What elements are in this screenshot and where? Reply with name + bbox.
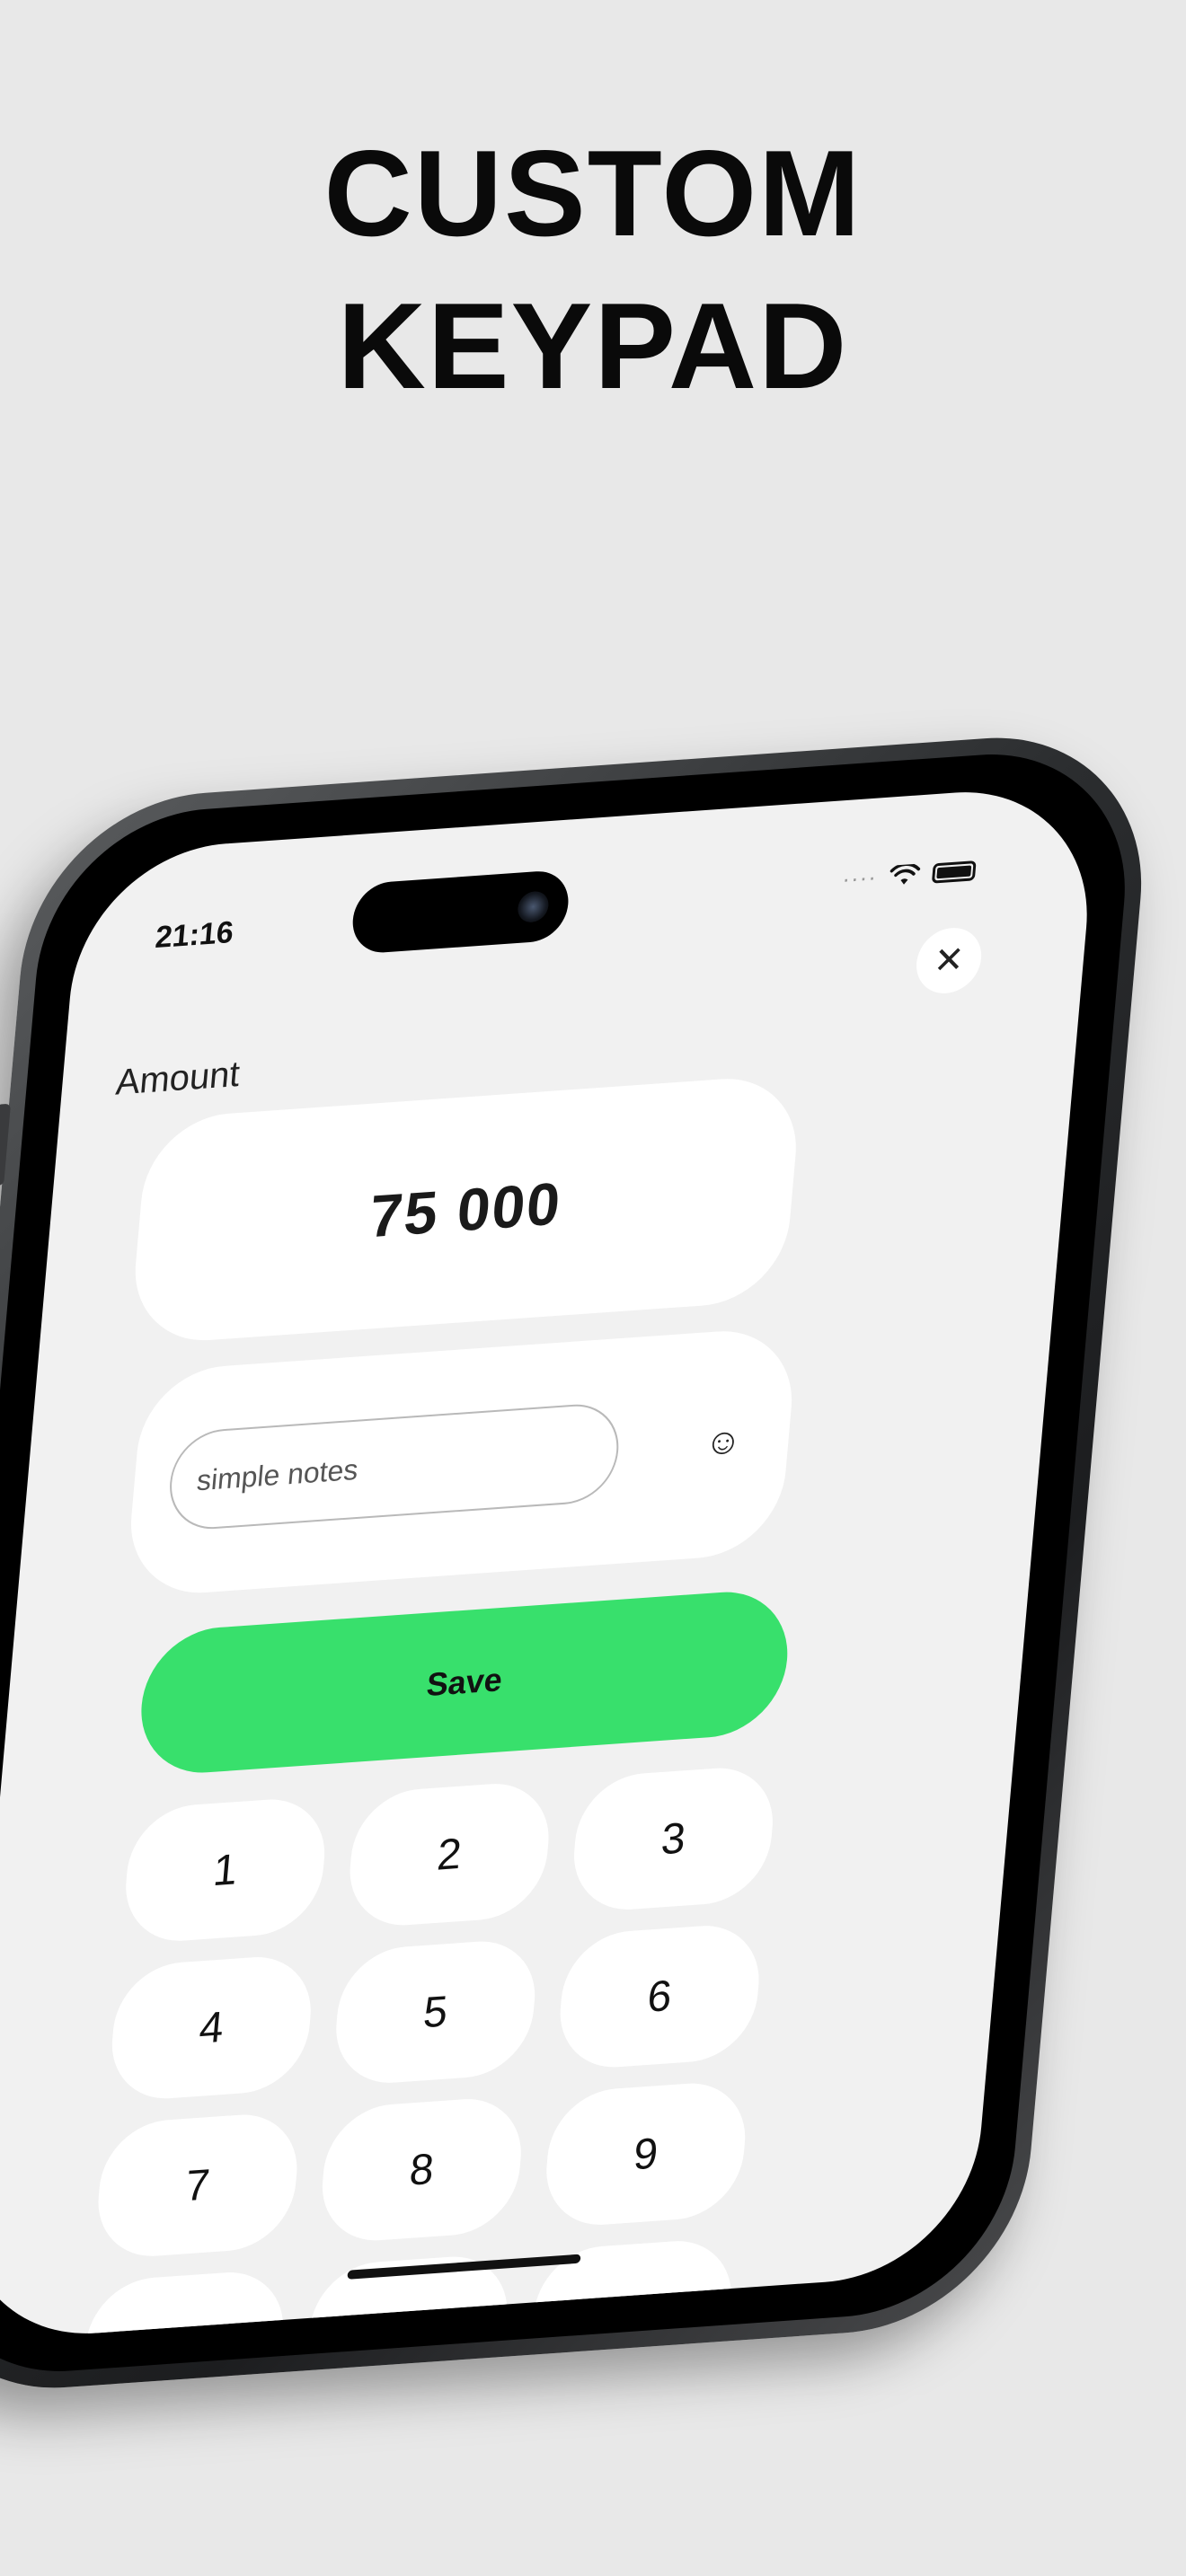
headline: CUSTOM KEYPAD xyxy=(0,117,1186,422)
key-4-label: 4 xyxy=(197,2002,226,2053)
key-3-label: 3 xyxy=(659,1813,688,1864)
key-5[interactable]: 5 xyxy=(331,1936,541,2087)
backspace-icon xyxy=(608,2294,658,2328)
notes-placeholder: simple notes xyxy=(195,1452,360,1497)
emoji-button[interactable]: ☺ xyxy=(701,1420,746,1465)
phone-mockup: 21:16 ···· ✕ Amount 75 000 simple notes … xyxy=(0,726,1156,2400)
headline-line-1: CUSTOM xyxy=(323,125,863,261)
key-7-label: 7 xyxy=(183,2160,212,2210)
key-decimal[interactable]: , xyxy=(79,2268,288,2343)
phone-screen: 21:16 ···· ✕ Amount 75 000 simple notes … xyxy=(0,782,1100,2343)
key-7[interactable]: 7 xyxy=(93,2110,303,2261)
smiley-icon: ☺ xyxy=(703,1420,744,1463)
key-5-label: 5 xyxy=(421,1987,450,2037)
headline-line-2: KEYPAD xyxy=(337,278,849,414)
key-1[interactable]: 1 xyxy=(120,1795,331,1945)
notes-card: simple notes ☺ xyxy=(124,1326,799,1599)
key-8-label: 8 xyxy=(407,2145,437,2195)
signal-icon: ···· xyxy=(841,862,879,893)
key-9[interactable]: 9 xyxy=(541,2078,751,2229)
wifi-icon xyxy=(890,862,921,885)
key-2[interactable]: 2 xyxy=(344,1779,554,1930)
status-time: 21:16 xyxy=(154,914,235,956)
key-backspace[interactable] xyxy=(527,2236,737,2343)
amount-label: Amount xyxy=(114,1054,242,1103)
save-button[interactable]: Save xyxy=(135,1587,794,1778)
keypad: 1 2 3 4 5 6 7 8 9 , 0 xyxy=(79,1763,778,2343)
key-4[interactable]: 4 xyxy=(106,1953,316,2103)
close-icon: ✕ xyxy=(932,940,966,982)
key-6-label: 6 xyxy=(645,1972,674,2022)
key-3[interactable]: 3 xyxy=(569,1763,778,1914)
camera-icon xyxy=(516,890,550,923)
phone-frame: 21:16 ···· ✕ Amount 75 000 simple notes … xyxy=(0,726,1156,2400)
key-1-label: 1 xyxy=(211,1845,240,1895)
action-button xyxy=(0,1103,12,1187)
key-2-label: 2 xyxy=(435,1830,464,1880)
key-0-label: 0 xyxy=(394,2302,422,2343)
phone-bezel: 21:16 ···· ✕ Amount 75 000 simple notes … xyxy=(0,744,1138,2382)
amount-display: 75 000 xyxy=(128,1073,803,1346)
close-button[interactable]: ✕ xyxy=(914,925,985,996)
key-8[interactable]: 8 xyxy=(317,2095,527,2245)
amount-value: 75 000 xyxy=(367,1169,565,1250)
save-button-label: Save xyxy=(425,1660,504,1704)
key-9-label: 9 xyxy=(632,2129,660,2179)
key-decimal-label: , xyxy=(176,2317,192,2342)
notes-input[interactable]: simple notes xyxy=(165,1401,623,1532)
key-6[interactable]: 6 xyxy=(554,1921,765,2072)
status-icons: ···· xyxy=(841,856,977,894)
dynamic-island xyxy=(350,869,571,955)
battery-icon xyxy=(931,860,977,884)
